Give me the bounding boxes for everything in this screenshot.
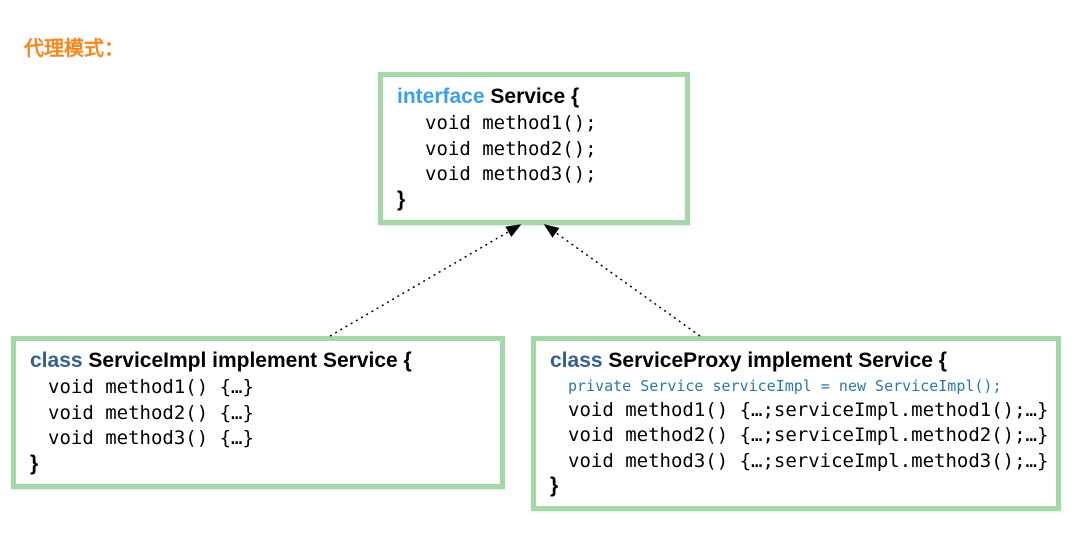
interface-line-1: void method1(); <box>397 111 671 137</box>
proxy-private-line: private Service serviceImpl = new Servic… <box>550 375 1042 398</box>
proxy-keyword: class <box>550 349 603 372</box>
proxy-header: class ServiceProxy implement Service { <box>550 349 1042 373</box>
interface-keyword: interface <box>397 85 485 108</box>
interface-header: interface Service { <box>397 85 671 109</box>
impl-line-1: void method1() {…} <box>30 375 486 401</box>
impl-line-3: void method3() {…} <box>30 426 486 452</box>
interface-line-2: void method2(); <box>397 137 671 163</box>
interface-box: interface Service { void method1(); void… <box>378 72 690 225</box>
impl-line-2: void method2() {…} <box>30 401 486 427</box>
proxy-box: class ServiceProxy implement Service { p… <box>531 336 1061 511</box>
impl-box: class ServiceImpl implement Service { vo… <box>11 336 505 489</box>
proxy-line-3: void method3() {…;serviceImpl.method3();… <box>550 449 1042 475</box>
impl-name: ServiceImpl implement Service { <box>88 349 411 372</box>
interface-name: Service { <box>490 85 579 108</box>
impl-close: } <box>30 452 486 476</box>
impl-keyword: class <box>30 349 83 372</box>
impl-header: class ServiceImpl implement Service { <box>30 349 486 373</box>
proxy-line-2: void method2() {…;serviceImpl.method2();… <box>550 423 1042 449</box>
interface-line-3: void method3(); <box>397 162 671 188</box>
proxy-line-1: void method1() {…;serviceImpl.method1();… <box>550 398 1042 424</box>
proxy-close: } <box>550 474 1042 498</box>
diagram-title: 代理模式： <box>24 32 124 61</box>
proxy-name: ServiceProxy implement Service { <box>608 349 947 372</box>
interface-close: } <box>397 188 671 212</box>
